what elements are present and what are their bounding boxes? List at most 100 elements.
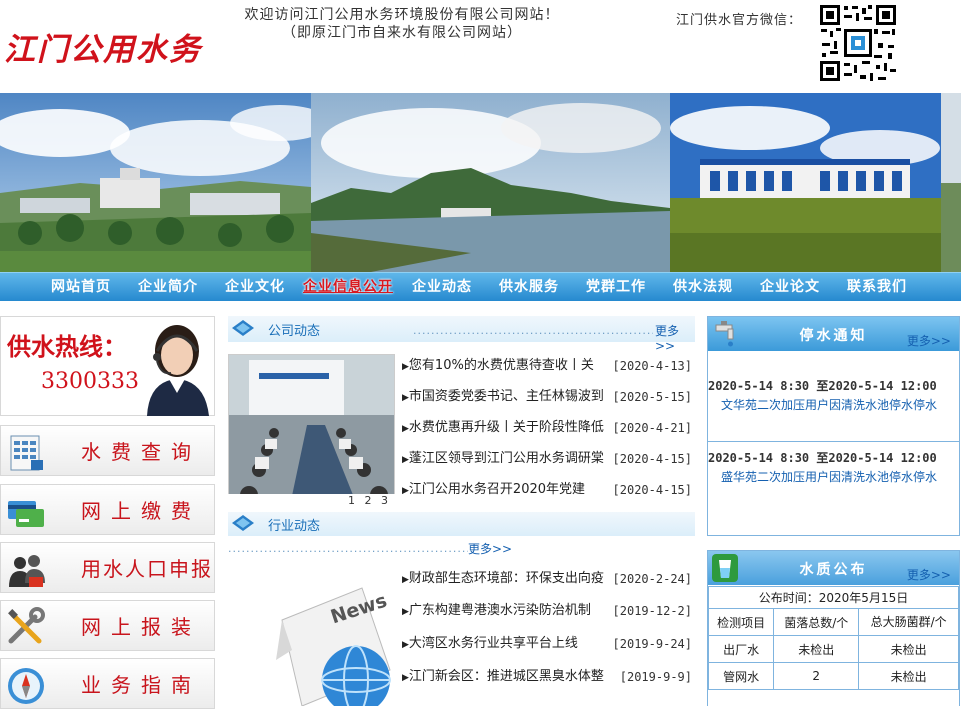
photo-pager[interactable]: 1 2 3 — [228, 494, 395, 509]
online-payment-label: 网上缴费 — [81, 499, 201, 523]
diamond-icon — [232, 515, 254, 531]
water-quality-more-link[interactable]: 更多>> — [907, 566, 951, 583]
nav-disclosure[interactable]: 企业信息公开 — [303, 273, 393, 301]
business-guide-button[interactable]: 业务指南 — [0, 658, 215, 709]
news-illustration: News — [262, 580, 392, 706]
water-quality-header: 水质公布 更多>> — [708, 551, 959, 585]
news-item[interactable]: ▶江门新会区：推进城区黑臭水体整 [2019-9-9] — [402, 667, 695, 687]
nav-service[interactable]: 供水服务 — [499, 273, 559, 301]
notice-text[interactable]: 文华苑二次加压用户因清洗水池停水停水 — [721, 398, 951, 413]
arrow-bullet-icon: ▶ — [402, 673, 409, 683]
news-item-date: [2020-4-13] — [612, 359, 692, 373]
company-news-title: 公司动态 — [268, 324, 321, 339]
hotline-banner[interactable]: 供水热线： 3300333 — [0, 316, 215, 416]
news-item-date: [2020-2-24] — [612, 572, 692, 586]
publish-time: 公布时间：2020年5月15日 — [708, 586, 959, 609]
company-news-header: 公司动态 ...................................… — [228, 316, 695, 353]
table-header-cell: 检测项目 — [707, 608, 775, 636]
news-item-title: 您有10%的水费优惠待查收丨关 — [408, 358, 594, 373]
outage-notice-more-link[interactable]: 更多>> — [907, 332, 951, 349]
news-item-date: [2019-12-2] — [612, 604, 692, 618]
bill-query-label: 水费查询 — [81, 440, 201, 464]
table-header-cell: 菌落总数/个 — [773, 608, 860, 636]
nav-papers[interactable]: 企业论文 — [760, 273, 820, 301]
welcome-text: 欢迎访问江门公用水务环境股份有限公司网站！ （即原江门市自来水有限公司网站） — [222, 6, 582, 42]
nav-home[interactable]: 网站首页 — [51, 273, 111, 301]
company-news-photo[interactable] — [228, 354, 395, 509]
news-item-date: [2020-4-15] — [612, 483, 692, 497]
banner-photo-edge — [941, 93, 961, 272]
industry-news-more-link[interactable]: 更多>> — [468, 540, 512, 557]
banner-photo-building — [670, 93, 941, 272]
diamond-icon — [232, 320, 254, 336]
population-report-label: 用水人口申报 — [81, 557, 213, 581]
news-item-date: [2020-4-15] — [612, 452, 692, 466]
news-item[interactable]: ▶水费优惠再升级丨关于阶段性降低 [2020-4-21] — [402, 418, 695, 438]
operator-avatar-icon — [147, 325, 209, 416]
nav-contact[interactable]: 联系我们 — [847, 273, 907, 301]
wechat-label: 江门供水官方微信： — [676, 13, 803, 28]
news-item-title: 江门新会区：推进城区黑臭水体整 — [408, 669, 604, 684]
industry-news-title: 行业动态 — [268, 519, 321, 534]
news-item-title: 水费优惠再升级丨关于阶段性降低 — [408, 420, 604, 435]
population-report-button[interactable]: 用水人口申报 — [0, 542, 215, 593]
arrow-bullet-icon: ▶ — [402, 424, 409, 434]
news-item-date: [2020-5-15] — [612, 390, 692, 404]
arrow-bullet-icon: ▶ — [402, 393, 409, 403]
news-item[interactable]: ▶市国资委党委书记、主任林锡波到 [2020-5-15] — [402, 387, 695, 407]
news-item[interactable]: ▶财政部生态环境部：环保支出向疫 [2020-2-24] — [402, 569, 695, 589]
arrow-bullet-icon: ▶ — [402, 486, 409, 496]
site-logo[interactable]: 江门公用水务 — [4, 24, 202, 69]
people-icon — [9, 555, 45, 587]
nav-news[interactable]: 企业动态 — [412, 273, 472, 301]
nav-regulations[interactable]: 供水法规 — [673, 273, 733, 301]
welcome-line-2: （即原江门市自来水有限公司网站） — [282, 25, 522, 41]
banner-photo-reservoir — [311, 93, 670, 272]
notice-text[interactable]: 盛华苑二次加压用户因清洗水池停水停水 — [721, 470, 951, 485]
online-install-label: 网上报装 — [81, 615, 201, 639]
news-item-title: 蓬江区领导到江门公用水务调研棠 — [408, 451, 604, 466]
news-item[interactable]: ▶大湾区水务行业共享平台上线 [2019-9-24] — [402, 634, 695, 654]
dotted-divider: ........................................… — [228, 542, 468, 555]
company-news-more-link[interactable]: 更多>> — [655, 322, 695, 353]
news-item[interactable]: ▶广东构建粤港澳水污染防治机制 [2019-12-2] — [402, 601, 695, 621]
table-header-cell: 总大肠菌群/个 — [858, 608, 959, 636]
nav-party[interactable]: 党群工作 — [586, 273, 646, 301]
news-item[interactable]: ▶蓬江区领导到江门公用水务调研棠 [2020-4-15] — [402, 449, 695, 469]
welcome-line-1: 欢迎访问江门公用水务环境股份有限公司网站！ — [244, 7, 560, 23]
bank-card-icon — [8, 501, 44, 527]
table-row: 出厂水 未检出 未检出 — [707, 635, 959, 663]
table-row: 管网水 2 未检出 — [707, 662, 959, 690]
dotted-divider: ........................................… — [413, 324, 653, 337]
news-item[interactable]: ▶江门公用水务召开2020年党建 [2020-4-15] — [402, 480, 695, 500]
divider — [708, 441, 959, 442]
main-nav: 网站首页 企业简介 企业文化 企业信息公开 企业动态 供水服务 党群工作 供水法… — [0, 272, 961, 301]
online-payment-button[interactable]: 网上缴费 — [0, 484, 215, 535]
news-item-title: 广东构建粤港澳水污染防治机制 — [408, 603, 591, 618]
news-item-title: 市国资委党委书记、主任林锡波到 — [408, 389, 604, 404]
online-install-button[interactable]: 网上报装 — [0, 600, 215, 651]
spreadsheet-icon — [10, 435, 43, 471]
table-cell: 2 — [773, 662, 860, 690]
nav-culture[interactable]: 企业文化 — [225, 273, 285, 301]
table-cell: 管网水 — [707, 662, 775, 690]
outage-notice-header: 停水通知 更多>> — [708, 317, 959, 351]
hotline-number: 3300333 — [41, 369, 139, 394]
news-item[interactable]: ▶您有10%的水费优惠待查收丨关 [2020-4-13] — [402, 356, 695, 376]
nav-about[interactable]: 企业简介 — [138, 273, 198, 301]
arrow-bullet-icon: ▶ — [402, 640, 409, 650]
industry-news-header: 行业动态 — [228, 512, 695, 536]
scrolled-text-fragment — [708, 351, 959, 357]
bill-query-button[interactable]: 水费查询 — [0, 425, 215, 476]
news-item-date: [2020-4-21] — [612, 421, 692, 435]
news-item-title: 江门公用水务召开2020年党建 — [408, 482, 586, 497]
banner-photo-water-plant — [0, 93, 311, 272]
news-item-date: [2019-9-24] — [612, 637, 692, 651]
business-guide-label: 业务指南 — [81, 673, 201, 697]
water-quality-table: 公布时间：2020年5月15日 检测项目 菌落总数/个 总大肠菌群/个 出厂水 … — [707, 586, 959, 690]
tools-icon — [8, 607, 45, 644]
news-item-title: 大湾区水务行业共享平台上线 — [408, 636, 578, 651]
table-cell: 未检出 — [858, 635, 959, 663]
arrow-bullet-icon: ▶ — [402, 455, 409, 465]
table-cell: 未检出 — [773, 635, 860, 663]
